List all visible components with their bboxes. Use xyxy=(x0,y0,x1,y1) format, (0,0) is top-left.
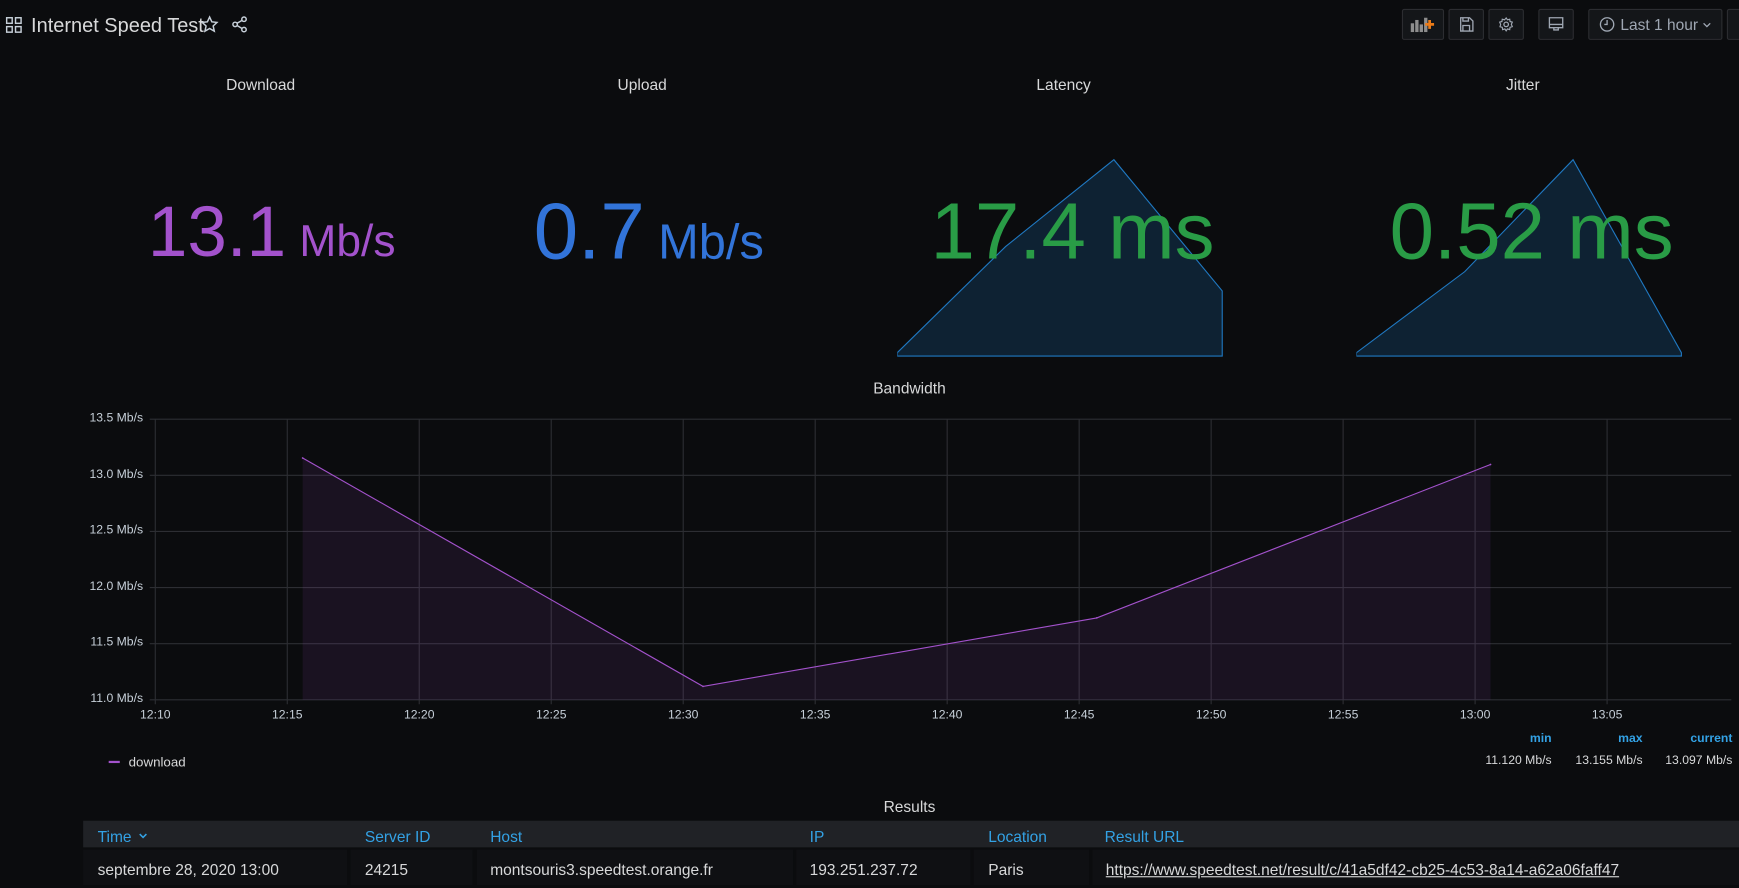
column-header-host[interactable]: Host xyxy=(490,827,522,845)
panel-title-jitter: Jitter xyxy=(1505,75,1540,94)
dashboard: Internet Speed Test Last 1 hour Download… xyxy=(0,0,1739,888)
x-tick-label: 12:45 xyxy=(1063,708,1095,723)
cell-server-id: 24215 xyxy=(364,860,409,879)
save-button[interactable] xyxy=(1448,8,1484,40)
legend-max-value: 13.155 Mb/s xyxy=(1575,754,1643,768)
jitter-stat: 0.52 ms xyxy=(1389,187,1674,277)
stat-value: 13.1 xyxy=(147,191,287,272)
data-point xyxy=(1489,463,1492,466)
legend-current-value: 13.097 Mb/s xyxy=(1665,754,1733,768)
x-tick-label: 12:35 xyxy=(799,708,831,723)
download-stat: 13.1 Mb/s xyxy=(89,191,455,273)
column-header-result-url[interactable]: Result URL xyxy=(1105,827,1184,845)
monitor-icon xyxy=(1548,17,1564,31)
dashboard-title[interactable]: Internet Speed Test xyxy=(31,14,204,37)
x-tick-label: 12:25 xyxy=(535,708,567,723)
share-icon[interactable] xyxy=(231,16,249,34)
y-tick-label: 11.5 Mb/s xyxy=(90,635,144,650)
panel-title-latency: Latency xyxy=(1036,75,1091,94)
x-tick-label: 13:05 xyxy=(1591,708,1623,723)
stat-value: 0.7 xyxy=(533,187,645,277)
tv-mode-button[interactable] xyxy=(1538,8,1574,40)
bandwidth-chart xyxy=(149,418,1732,705)
clock-icon xyxy=(1599,17,1615,32)
column-header-server-id[interactable]: Server ID xyxy=(365,827,431,845)
gear-icon xyxy=(1498,16,1514,32)
y-tick-label: 13.5 Mb/s xyxy=(89,411,144,425)
column-header-time[interactable]: Time xyxy=(98,827,149,845)
y-tick-label: 11.0 Mb/s xyxy=(90,692,144,706)
star-icon[interactable] xyxy=(200,15,219,34)
column-header-ip[interactable]: IP xyxy=(810,827,825,845)
cell-location: Paris xyxy=(988,860,1024,879)
cell-host: montsouris3.speedtest.orange.fr xyxy=(490,860,713,879)
chart-title: Bandwidth xyxy=(873,379,946,398)
y-tick-label: 12.0 Mb/s xyxy=(89,579,144,594)
zoom-out-button[interactable] xyxy=(1726,8,1739,40)
legend-header-min[interactable]: min xyxy=(1530,732,1552,745)
x-tick-label: 12:15 xyxy=(271,708,303,723)
legend-item-download[interactable]: download xyxy=(129,754,186,770)
table-title: Results xyxy=(883,797,936,816)
add-panel-button[interactable] xyxy=(1401,8,1445,40)
column-header-location[interactable]: Location xyxy=(988,827,1047,845)
legend-min-value: 11.120 Mb/s xyxy=(1485,754,1552,768)
x-tick-label: 12:20 xyxy=(403,708,435,723)
save-icon xyxy=(1460,17,1474,32)
y-tick-label: 13.0 Mb/s xyxy=(89,467,144,481)
upload-stat: 0.7 Mb/s xyxy=(466,186,832,277)
legend-header-max[interactable]: max xyxy=(1618,732,1642,745)
x-tick-label: 12:10 xyxy=(140,708,171,723)
time-range-picker[interactable]: Last 1 hour xyxy=(1588,8,1723,40)
table-header xyxy=(83,820,1739,848)
x-tick-label: 13:00 xyxy=(1459,708,1491,723)
x-tick-label: 12:55 xyxy=(1327,708,1359,723)
x-tick-label: 12:50 xyxy=(1195,708,1227,723)
data-point xyxy=(1095,617,1098,619)
cell-ip: 193.251.237.72 xyxy=(809,860,918,879)
data-point xyxy=(301,457,304,459)
cell-time: septembre 28, 2020 13:00 xyxy=(97,860,279,879)
panel-title-upload: Upload xyxy=(617,75,667,94)
chevron-down-icon xyxy=(1703,22,1711,28)
series-area-download xyxy=(302,457,1491,700)
settings-button[interactable] xyxy=(1488,8,1524,40)
x-tick-label: 12:30 xyxy=(667,708,699,723)
cell-result-url-link[interactable]: https://www.speedtest.net/result/c/41a5d… xyxy=(1106,861,1619,879)
latency-stat: 17.4 ms xyxy=(930,187,1215,277)
legend-header-current[interactable]: current xyxy=(1690,732,1732,745)
stat-unit: Mb/s xyxy=(658,215,764,270)
grid-icon[interactable] xyxy=(5,17,23,34)
y-tick-label: 12.5 Mb/s xyxy=(89,523,144,538)
data-point xyxy=(702,685,704,688)
sort-desc-icon xyxy=(138,833,147,839)
series-line-download xyxy=(302,457,1491,687)
panel-title-download: Download xyxy=(226,75,296,94)
legend-swatch-download xyxy=(108,760,120,764)
x-tick-label: 12:40 xyxy=(931,708,963,723)
stat-unit: Mb/s xyxy=(299,217,396,267)
column-label: Time xyxy=(97,827,132,846)
add-panel-icon xyxy=(1410,17,1435,33)
time-range-label: Last 1 hour xyxy=(1620,15,1699,34)
